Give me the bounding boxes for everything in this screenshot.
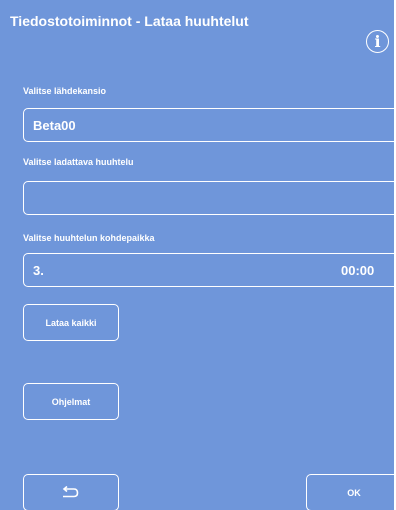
page-title: Tiedostotoiminnot - Lataa huuhtelut — [10, 13, 249, 29]
info-icon[interactable]: i — [366, 30, 389, 53]
ok-label: OK — [347, 487, 361, 498]
destination-field[interactable]: 3. 00:00 — [23, 253, 394, 287]
programs-label: Ohjelmat — [51, 396, 91, 407]
destination-time: 00:00 — [341, 263, 375, 278]
destination-label: Valitse huuhtelun kohdepaikka — [23, 233, 155, 243]
info-glyph: i — [374, 31, 381, 51]
rinse-to-load-field[interactable] — [23, 181, 394, 215]
destination-slot: 3. — [33, 263, 44, 278]
programs-button[interactable]: Ohjelmat — [23, 383, 119, 420]
ok-button[interactable]: OK — [306, 474, 394, 510]
source-folder-field[interactable]: Beta00 — [23, 108, 394, 142]
return-arrow-icon — [62, 485, 79, 497]
load-all-label: Lataa kaikki — [45, 317, 97, 328]
load-all-button[interactable]: Lataa kaikki — [23, 304, 119, 341]
source-folder-value: Beta00 — [33, 118, 76, 133]
back-button[interactable] — [23, 474, 119, 510]
rinse-to-load-label: Valitse ladattava huuhtelu — [23, 157, 134, 167]
source-folder-label: Valitse lähdekansio — [23, 86, 107, 96]
file-operations-screen: Tiedostotoiminnot - Lataa huuhtelut i Va… — [0, 0, 394, 510]
